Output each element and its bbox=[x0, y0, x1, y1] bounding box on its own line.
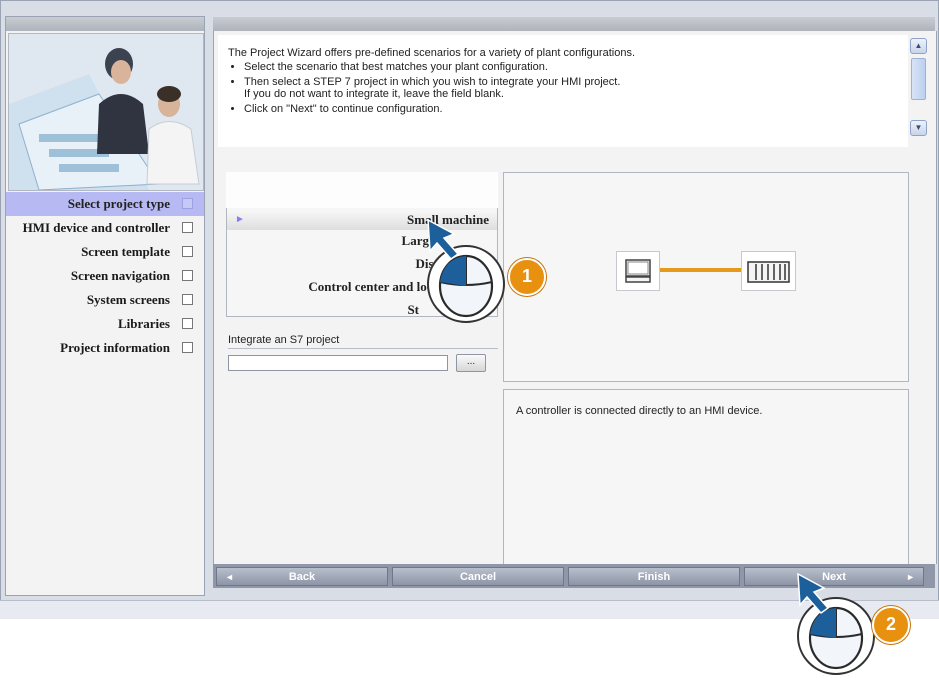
intro-text-area: The Project Wizard offers pre-defined sc… bbox=[218, 35, 908, 147]
step-label: Libraries bbox=[118, 316, 170, 331]
left-panel-header bbox=[6, 17, 204, 31]
intro-bullet: Then select a STEP 7 project in which yo… bbox=[244, 76, 908, 100]
scenario-description: A controller is connected directly to an… bbox=[503, 389, 909, 567]
main-panel-header bbox=[213, 17, 935, 31]
callout-badge: 2 bbox=[872, 606, 910, 644]
scroll-up-icon[interactable]: ▲ bbox=[910, 38, 927, 54]
step-label: Screen template bbox=[81, 244, 170, 259]
scenario-list-header bbox=[226, 172, 498, 208]
plc-rack-icon bbox=[741, 251, 796, 291]
finish-label: Finish bbox=[637, 571, 671, 583]
step-select-project-type[interactable]: Select project type bbox=[6, 192, 204, 216]
people-at-screen-illustration bbox=[9, 34, 203, 190]
callout-badge: 1 bbox=[508, 258, 546, 296]
step-label: Project information bbox=[60, 340, 170, 355]
selected-arrow-icon: ► bbox=[235, 214, 245, 225]
cancel-label: Cancel bbox=[459, 571, 497, 583]
scenario-label: Control center and loca bbox=[308, 279, 439, 294]
back-button[interactable]: ◄ Back bbox=[216, 567, 388, 586]
back-arrow-icon: ◄ bbox=[225, 572, 234, 582]
step-checkbox bbox=[182, 246, 193, 257]
description-text: A controller is connected directly to an… bbox=[516, 405, 763, 417]
browse-button[interactable]: ... bbox=[456, 354, 486, 372]
connection-line bbox=[660, 268, 741, 272]
scroll-down-icon[interactable]: ▼ bbox=[910, 120, 927, 136]
s7-project-label: Integrate an S7 project bbox=[228, 334, 340, 346]
intro-lead: The Project Wizard offers pre-defined sc… bbox=[228, 47, 635, 59]
step-checkbox bbox=[182, 318, 193, 329]
scroll-thumb[interactable] bbox=[911, 58, 926, 100]
step-checkbox bbox=[182, 342, 193, 353]
step-checkbox bbox=[182, 222, 193, 233]
step-label: Select project type bbox=[67, 196, 170, 211]
step-hmi-device-and-controller[interactable]: HMI device and controller bbox=[0, 216, 204, 240]
s7-project-input[interactable] bbox=[228, 355, 448, 371]
monitor-icon bbox=[616, 251, 660, 291]
step-checkbox bbox=[182, 198, 193, 209]
intro-bullets: Select the scenario that best matches yo… bbox=[218, 61, 908, 115]
back-label: Back bbox=[288, 571, 316, 583]
step-libraries[interactable]: Libraries bbox=[6, 312, 204, 336]
step-screen-navigation[interactable]: Screen navigation bbox=[6, 264, 204, 288]
wizard-step-list: Select project type HMI device and contr… bbox=[6, 192, 204, 360]
cancel-button[interactable]: Cancel bbox=[392, 567, 564, 586]
callout-click-next: 2 bbox=[794, 572, 919, 677]
step-label: HMI device and controller bbox=[22, 220, 170, 235]
wizard-banner-image bbox=[8, 33, 204, 191]
step-project-information[interactable]: Project information bbox=[6, 336, 204, 360]
scenario-label: St bbox=[407, 302, 419, 317]
callout-click-scenario: 1 bbox=[424, 216, 549, 336]
step-screen-template[interactable]: Screen template bbox=[6, 240, 204, 264]
intro-bullet-text: Then select a STEP 7 project in which yo… bbox=[244, 76, 621, 88]
step-checkbox bbox=[182, 294, 193, 305]
intro-bullet-continuation: If you do not want to integrate it, leav… bbox=[244, 88, 504, 100]
scenario-diagram bbox=[503, 172, 909, 382]
step-checkbox bbox=[182, 270, 193, 281]
intro-bullet: Click on "Next" to continue configuratio… bbox=[244, 103, 908, 115]
step-label: System screens bbox=[86, 292, 170, 307]
divider bbox=[228, 348, 498, 349]
intro-bullet: Select the scenario that best matches yo… bbox=[244, 61, 908, 73]
step-system-screens[interactable]: System screens bbox=[6, 288, 204, 312]
step-label: Screen navigation bbox=[70, 268, 170, 283]
intro-scrollbar[interactable]: ▲ ▼ bbox=[910, 38, 927, 146]
finish-button[interactable]: Finish bbox=[568, 567, 740, 586]
